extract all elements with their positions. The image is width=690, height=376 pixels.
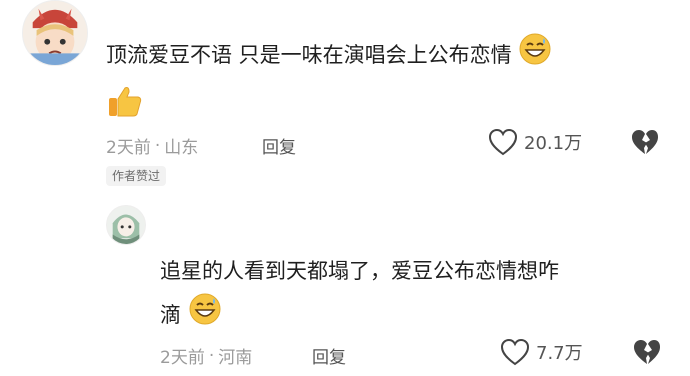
- avatar-user-1[interactable]: [22, 0, 88, 66]
- author-liked-badge: 作者赞过: [106, 166, 167, 186]
- comment-body: 顶流爱豆不语 只是一味在演唱会上公布恋情: [106, 43, 512, 67]
- comment-body-line1: 追星的人看到天都塌了，爱豆公布恋情想咋: [160, 259, 559, 283]
- like-button[interactable]: 7.7万: [500, 338, 583, 366]
- grinning-sweat-emoji: [188, 292, 222, 340]
- broken-heart-icon: [632, 130, 658, 154]
- comment-meta: 2天前 · 河南: [160, 343, 253, 369]
- comment-text: 顶流爱豆不语 只是一味在演唱会上公布恋情: [106, 32, 552, 80]
- comment-body-line2: 滴: [160, 303, 181, 327]
- dislike-button[interactable]: [630, 128, 660, 160]
- comment-time: 2天前: [160, 348, 205, 368]
- reply-button[interactable]: 回复: [262, 133, 296, 158]
- comment-location: 山东: [164, 138, 199, 158]
- reply-button[interactable]: 回复: [312, 343, 346, 368]
- like-button[interactable]: 20.1万: [488, 128, 582, 156]
- comment-meta: 2天前 · 山东: [106, 133, 199, 159]
- separator-dot: ·: [154, 135, 161, 156]
- avatar-user-2[interactable]: [106, 205, 146, 245]
- comment-text: 追星的人看到天都塌了，爱豆公布恋情想咋 滴: [160, 250, 559, 340]
- like-count: 20.1万: [524, 133, 583, 154]
- heart-outline-icon: [500, 338, 530, 366]
- comment-location: 河南: [218, 348, 253, 368]
- cartoon-avatar-icon: [23, 1, 87, 65]
- separator-dot: ·: [208, 345, 215, 366]
- broken-heart-icon: [634, 340, 660, 364]
- dislike-button[interactable]: [632, 338, 662, 370]
- like-count: 7.7万: [536, 343, 583, 364]
- heart-outline-icon: [488, 128, 518, 156]
- grinning-sweat-emoji: [518, 32, 552, 80]
- comment-time: 2天前: [106, 138, 151, 158]
- anime-avatar-icon: [107, 206, 145, 244]
- thumbs-up-emoji: [106, 84, 144, 124]
